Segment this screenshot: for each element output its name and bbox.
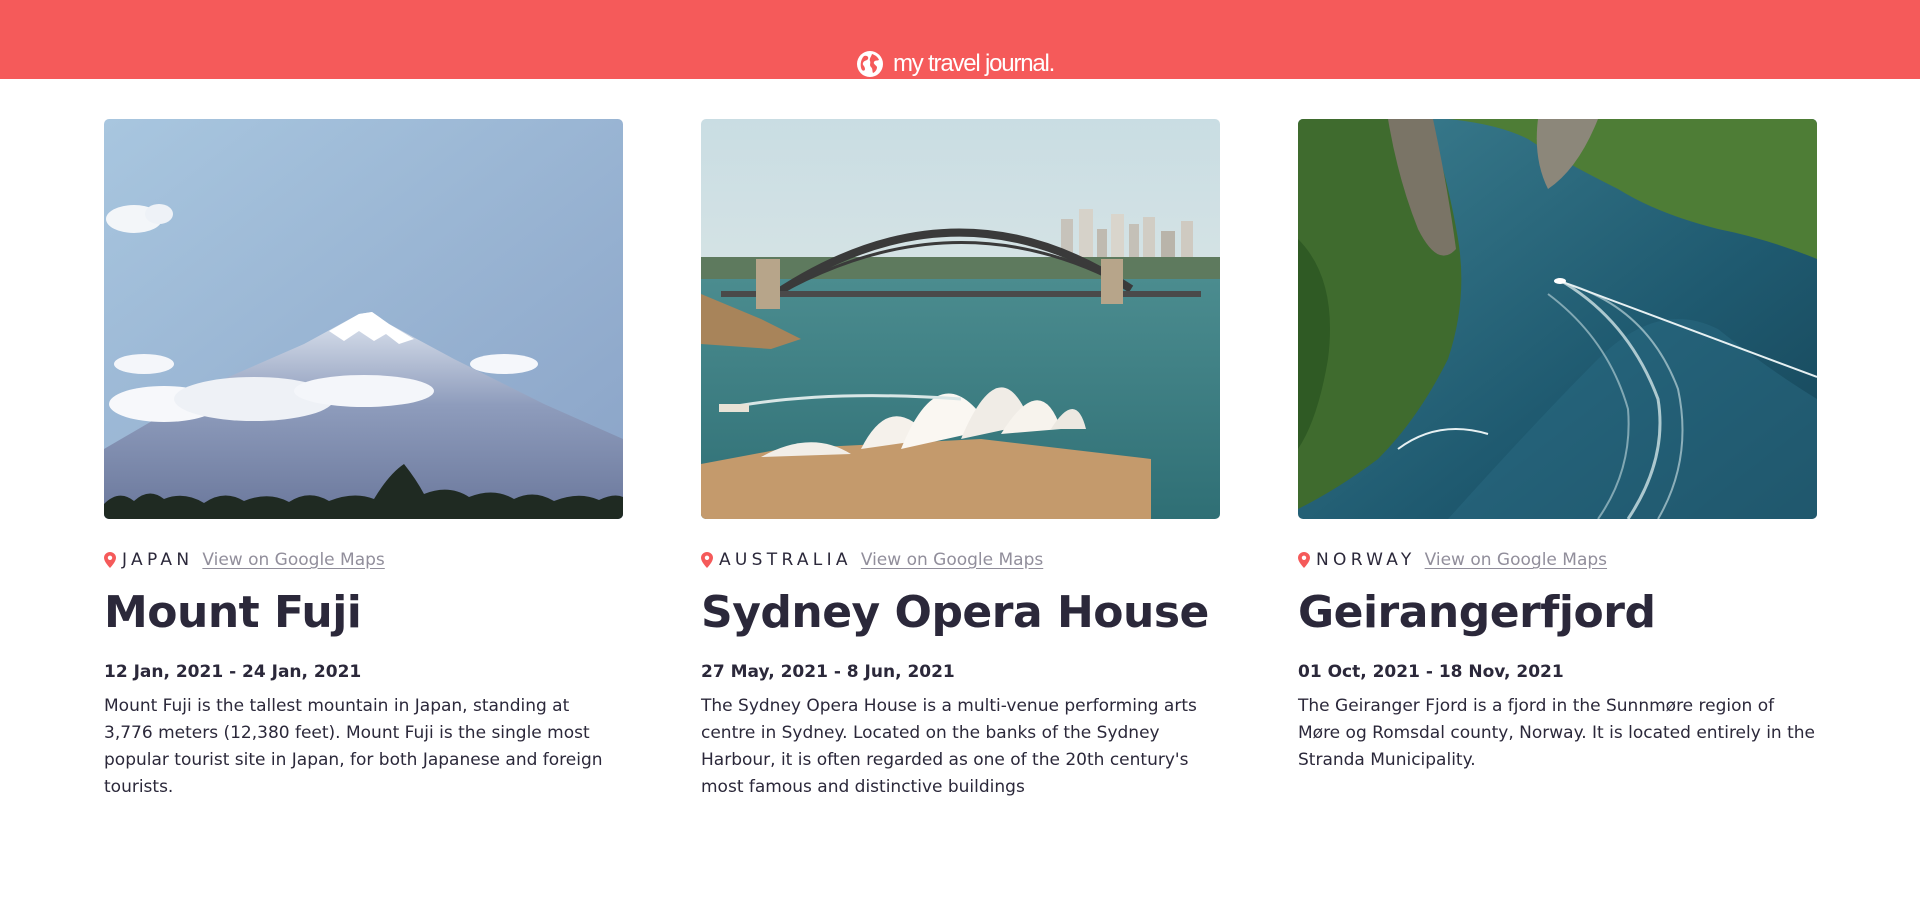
location-pin-icon [1298,552,1310,568]
location-row: AUSTRALIA View on Google Maps [701,549,1043,571]
location-pin-icon [701,552,713,568]
location-row: JAPAN View on Google Maps [104,549,385,571]
header-bar: my travel journal. [0,0,1920,79]
globe-icon [857,51,883,77]
country-label: NORWAY [1316,550,1416,570]
google-maps-link[interactable]: View on Google Maps [202,550,384,570]
location-row: NORWAY View on Google Maps [1298,549,1607,571]
entry-dates: 01 Oct, 2021 - 18 Nov, 2021 [1298,662,1564,682]
brand[interactable]: my travel journal. [856,50,1055,78]
entry-description: The Geiranger Fjord is a fjord in the Su… [1298,696,1816,770]
country-label: AUSTRALIA [719,550,852,570]
brand-title: my travel journal. [893,50,1055,77]
entry-dates: 27 May, 2021 - 8 Jun, 2021 [701,662,955,682]
mount-fuji-photo [104,119,623,519]
entry-title: Sydney Opera House [701,587,1209,638]
location-pin-icon [104,552,116,568]
journal-entry-card: AUSTRALIA View on Google Maps Sydney Ope… [701,119,1220,797]
google-maps-link[interactable]: View on Google Maps [861,550,1043,570]
google-maps-link[interactable]: View on Google Maps [1425,550,1607,570]
entry-title: Mount Fuji [104,587,362,638]
entry-description: Mount Fuji is the tallest mountain in Ja… [104,696,603,797]
sydney-opera-house-photo [701,119,1220,519]
journal-entry-card: NORWAY View on Google Maps Geirangerfjor… [1298,119,1817,770]
geirangerfjord-photo [1298,119,1817,519]
journal-entry-card: JAPAN View on Google Maps Mount Fuji 12 … [104,119,623,797]
entry-dates: 12 Jan, 2021 - 24 Jan, 2021 [104,662,362,682]
country-label: JAPAN [122,550,194,570]
entry-description: The Sydney Opera House is a multi-venue … [701,696,1197,797]
entry-title: Geirangerfjord [1298,587,1656,638]
